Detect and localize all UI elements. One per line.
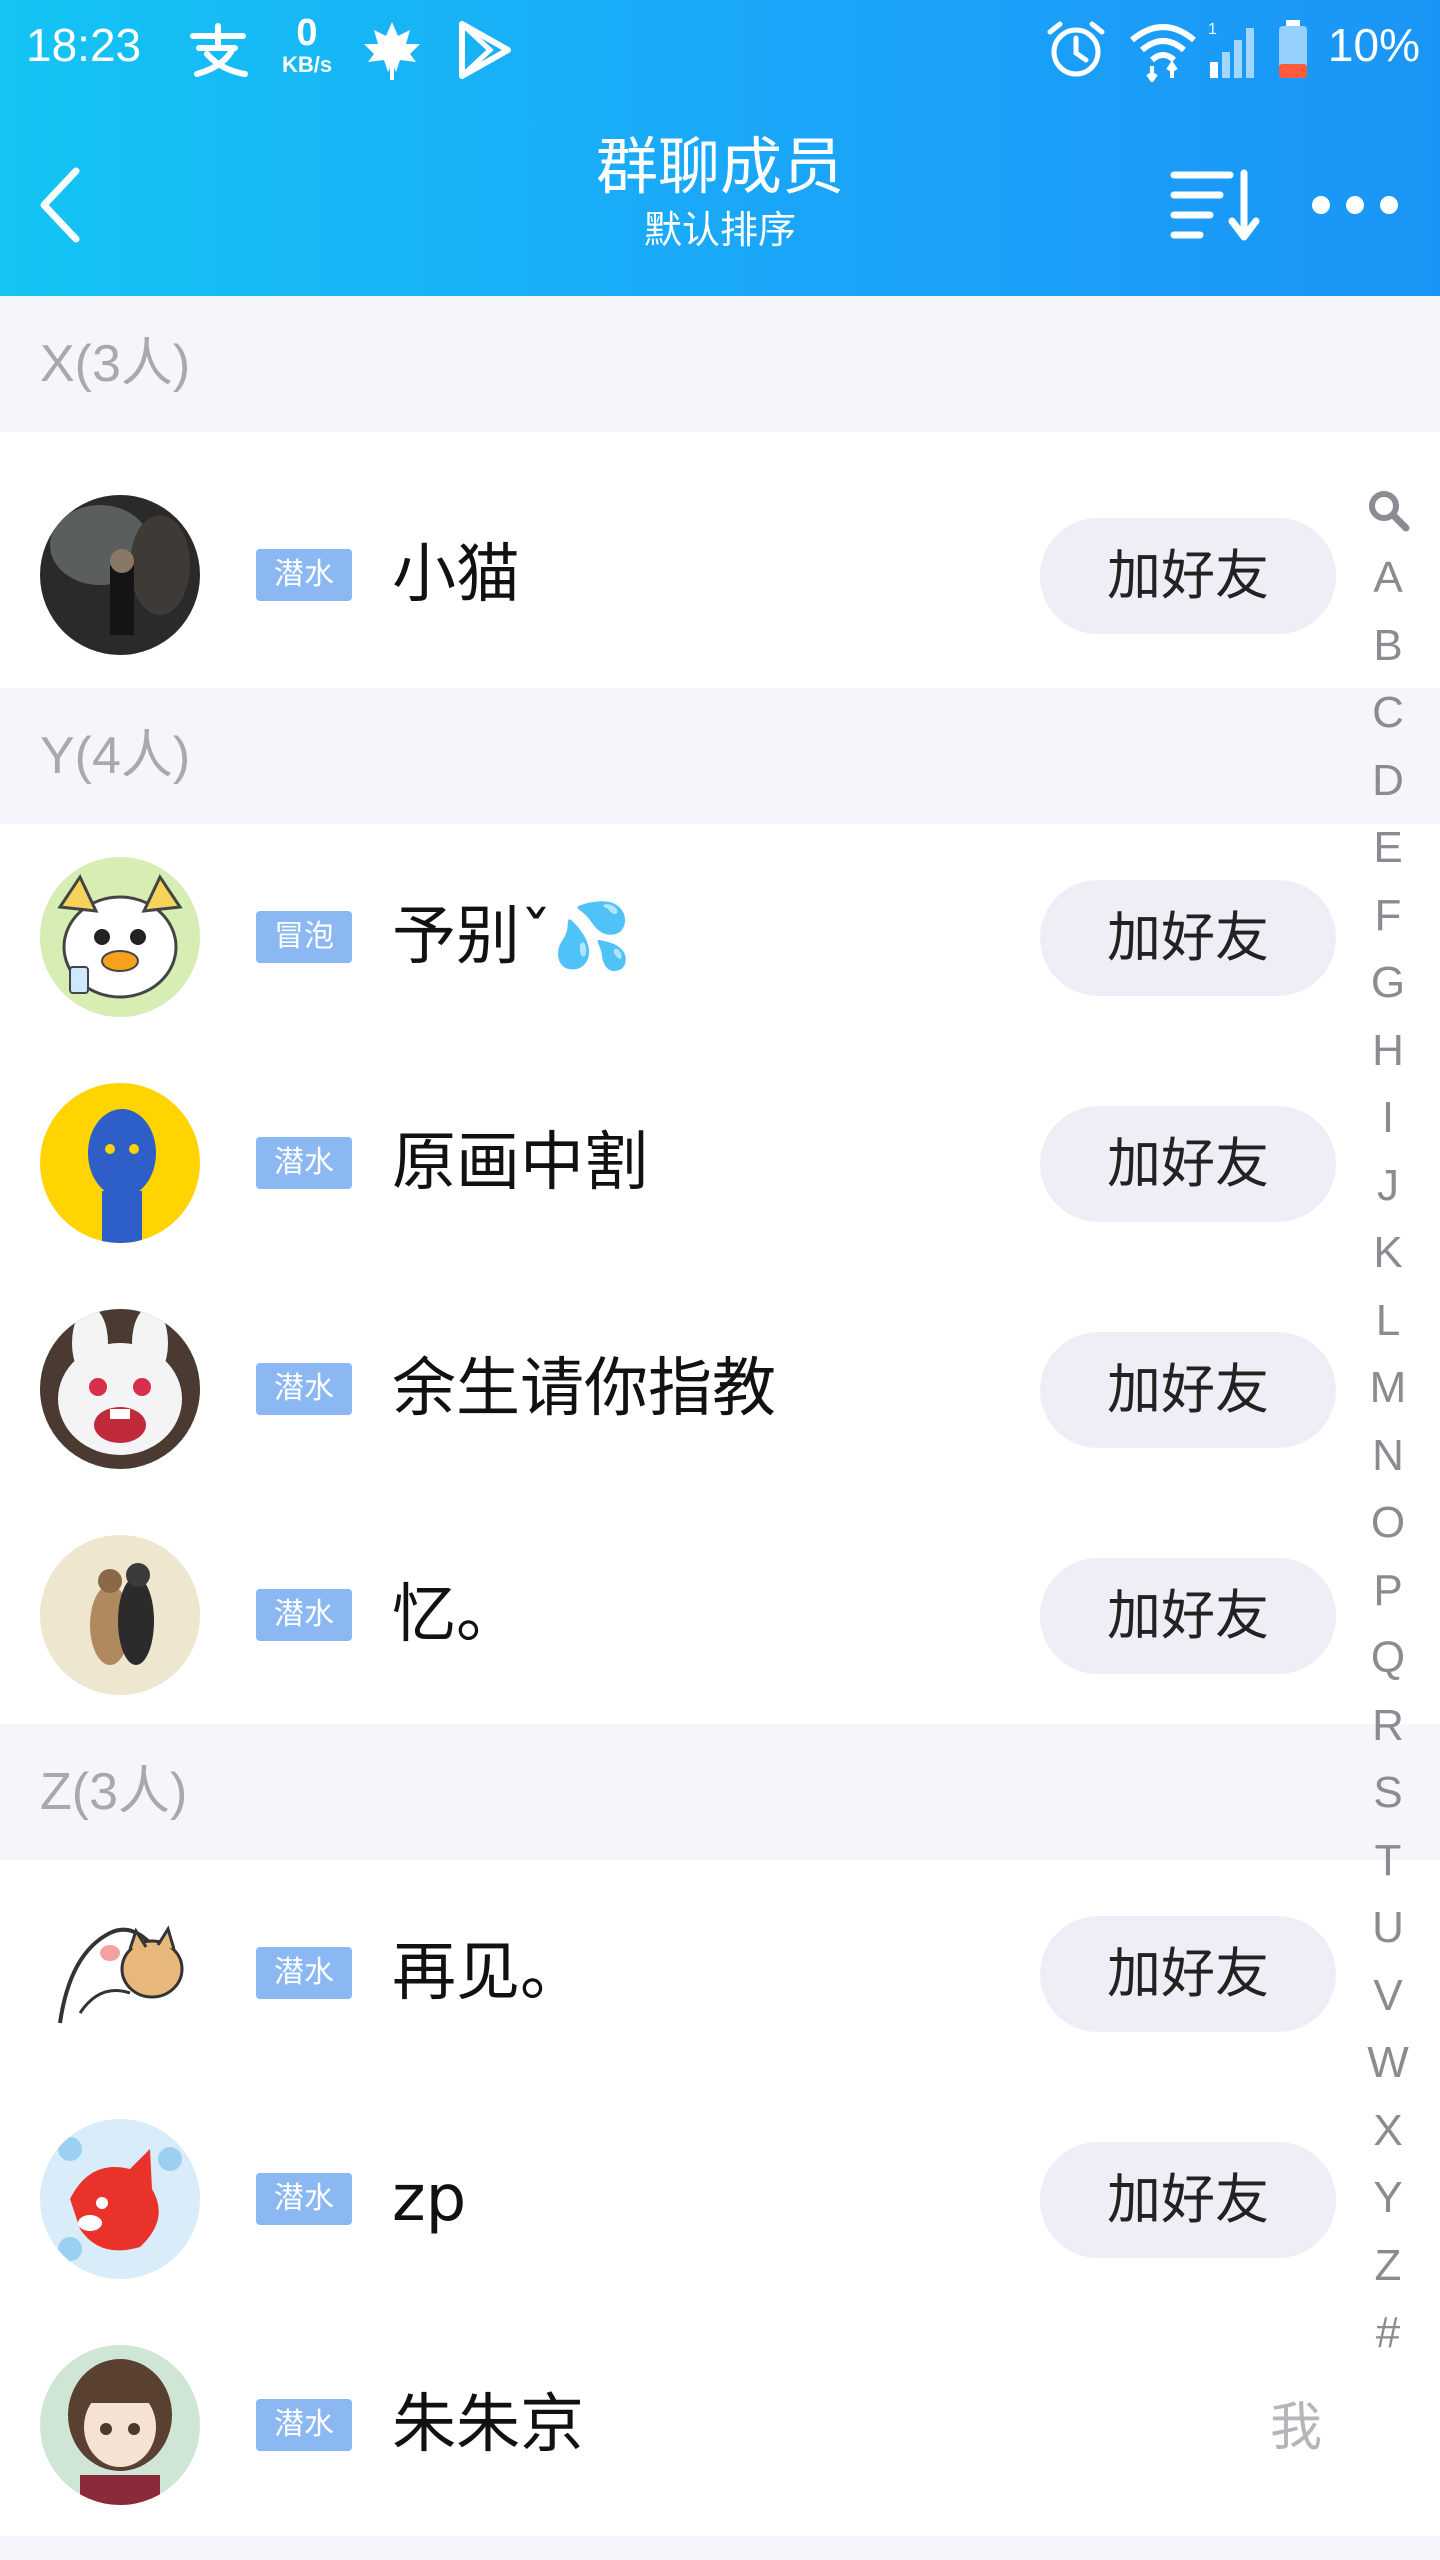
section-header-z: Z(3人) (0, 1724, 1440, 1860)
search-icon[interactable] (1348, 488, 1428, 544)
group-members-screen: 18:23 0 KB/s 1 10% 群聊成员 默认排序 X(3人) 潜水 小猫… (0, 0, 1440, 2560)
chevron-left-icon (38, 167, 82, 247)
leaf-icon (360, 18, 424, 82)
avatar[interactable] (40, 1893, 200, 2053)
index-letter-b[interactable]: B (1348, 612, 1428, 680)
add-friend-button[interactable]: 加好友 (1040, 1916, 1336, 2032)
role-badge: 潜水 (256, 1363, 352, 1415)
member-row-self[interactable]: 潜水 朱朱京 我 (0, 2312, 1440, 2538)
index-letter-s[interactable]: S (1348, 1759, 1428, 1827)
index-letter-q[interactable]: Q (1348, 1624, 1428, 1692)
list-bottom-divider (0, 2536, 1440, 2560)
member-name: 忆。 (392, 1578, 520, 1652)
index-letter-n[interactable]: N (1348, 1422, 1428, 1490)
add-friend-button[interactable]: 加好友 (1040, 2142, 1336, 2258)
alphabet-index[interactable]: A B C D E F G H I J K L M N O P Q R S T … (1348, 488, 1428, 2367)
network-speed: 0 KB/s (280, 14, 334, 76)
svg-text:1: 1 (1208, 21, 1217, 38)
battery-percent: 10% (1327, 19, 1420, 71)
status-bar: 18:23 0 KB/s 1 10% (0, 0, 1440, 100)
index-letter-d[interactable]: D (1348, 747, 1428, 815)
index-letter-u[interactable]: U (1348, 1894, 1428, 1962)
member-name: 原画中割 (392, 1126, 648, 1200)
sort-icon (1170, 165, 1260, 249)
index-letter-y[interactable]: Y (1348, 2164, 1428, 2232)
member-row[interactable]: 冒泡 予别ˇ💦 加好友 (0, 824, 1440, 1050)
index-letter-x[interactable]: X (1348, 2097, 1428, 2165)
section-header-x: X(3人) (0, 296, 1440, 432)
index-letter-e[interactable]: E (1348, 814, 1428, 882)
index-letter-j[interactable]: J (1348, 1152, 1428, 1220)
alarm-icon (1044, 18, 1108, 82)
index-letter-g[interactable]: G (1348, 949, 1428, 1017)
index-letter-o[interactable]: O (1348, 1489, 1428, 1557)
wifi-icon (1128, 18, 1198, 84)
avatar[interactable] (40, 1535, 200, 1695)
avatar[interactable] (40, 2345, 200, 2505)
member-name: 朱朱京 (392, 2388, 584, 2462)
more-button[interactable] (1300, 152, 1410, 262)
index-letter-r[interactable]: R (1348, 1692, 1428, 1760)
index-letter-p[interactable]: P (1348, 1557, 1428, 1625)
speed-value: 0 (296, 12, 318, 54)
avatar[interactable] (40, 2119, 200, 2279)
avatar[interactable] (40, 495, 200, 655)
role-badge: 潜水 (256, 1589, 352, 1641)
avatar[interactable] (40, 1083, 200, 1243)
add-friend-button[interactable]: 加好友 (1040, 1106, 1336, 1222)
index-letter-m[interactable]: M (1348, 1354, 1428, 1422)
index-letter-l[interactable]: L (1348, 1287, 1428, 1355)
page-title: 群聊成员 (595, 130, 844, 203)
add-friend-button[interactable]: 加好友 (1040, 1332, 1336, 1448)
title-block: 群聊成员 默认排序 (420, 130, 1020, 256)
index-letter-hash[interactable]: # (1348, 2299, 1428, 2367)
member-name: 余生请你指教 (392, 1352, 776, 1426)
sort-mode-subtitle[interactable]: 默认排序 (420, 206, 1020, 255)
index-letter-a[interactable]: A (1348, 544, 1428, 612)
self-label: 我 (1270, 2398, 1323, 2458)
index-letter-i[interactable]: I (1348, 1084, 1428, 1152)
index-letter-t[interactable]: T (1348, 1827, 1428, 1895)
add-friend-button[interactable]: 加好友 (1040, 518, 1336, 634)
index-letter-h[interactable]: H (1348, 1017, 1428, 1085)
role-badge: 潜水 (256, 1947, 352, 1999)
index-letter-c[interactable]: C (1348, 679, 1428, 747)
battery-icon (1276, 18, 1310, 82)
role-badge: 潜水 (256, 1137, 352, 1189)
signal-icon: 1 (1206, 18, 1266, 82)
index-letter-v[interactable]: V (1348, 1962, 1428, 2030)
title-bar: 群聊成员 默认排序 (0, 110, 1440, 296)
index-letter-k[interactable]: K (1348, 1219, 1428, 1287)
role-badge: 冒泡 (256, 911, 352, 963)
member-row[interactable]: 潜水 小猫 加好友 (0, 462, 1440, 688)
role-badge: 潜水 (256, 2399, 352, 2451)
role-badge: 潜水 (256, 549, 352, 601)
sort-button[interactable] (1160, 152, 1270, 262)
back-button[interactable] (20, 152, 100, 262)
member-name: 再见。 (392, 1936, 584, 2010)
section-header-y: Y(4人) (0, 688, 1440, 824)
more-dots-icon (1311, 193, 1399, 221)
member-name: 小猫 (392, 538, 520, 612)
index-letter-w[interactable]: W (1348, 2029, 1428, 2097)
speed-unit: KB/s (281, 52, 333, 77)
status-time: 18:23 (26, 19, 142, 71)
add-friend-button[interactable]: 加好友 (1040, 1558, 1336, 1674)
member-row[interactable]: 潜水 再见。 加好友 (0, 1860, 1440, 2086)
avatar[interactable] (40, 857, 200, 1017)
member-row[interactable]: 潜水 余生请你指教 加好友 (0, 1276, 1440, 1502)
member-name: zp (392, 2162, 467, 2236)
header: 18:23 0 KB/s 1 10% 群聊成员 默认排序 (0, 0, 1440, 296)
member-row[interactable]: 潜水 忆。 加好友 (0, 1502, 1440, 1728)
avatar[interactable] (40, 1309, 200, 1469)
index-letter-f[interactable]: F (1348, 882, 1428, 950)
index-letter-z[interactable]: Z (1348, 2232, 1428, 2300)
play-store-icon (452, 18, 516, 82)
role-badge: 潜水 (256, 2173, 352, 2225)
add-friend-button[interactable]: 加好友 (1040, 880, 1336, 996)
member-name: 予别ˇ💦 (392, 900, 632, 974)
alipay-icon (185, 18, 251, 82)
member-row[interactable]: 潜水 zp 加好友 (0, 2086, 1440, 2312)
member-row[interactable]: 潜水 原画中割 加好友 (0, 1050, 1440, 1276)
